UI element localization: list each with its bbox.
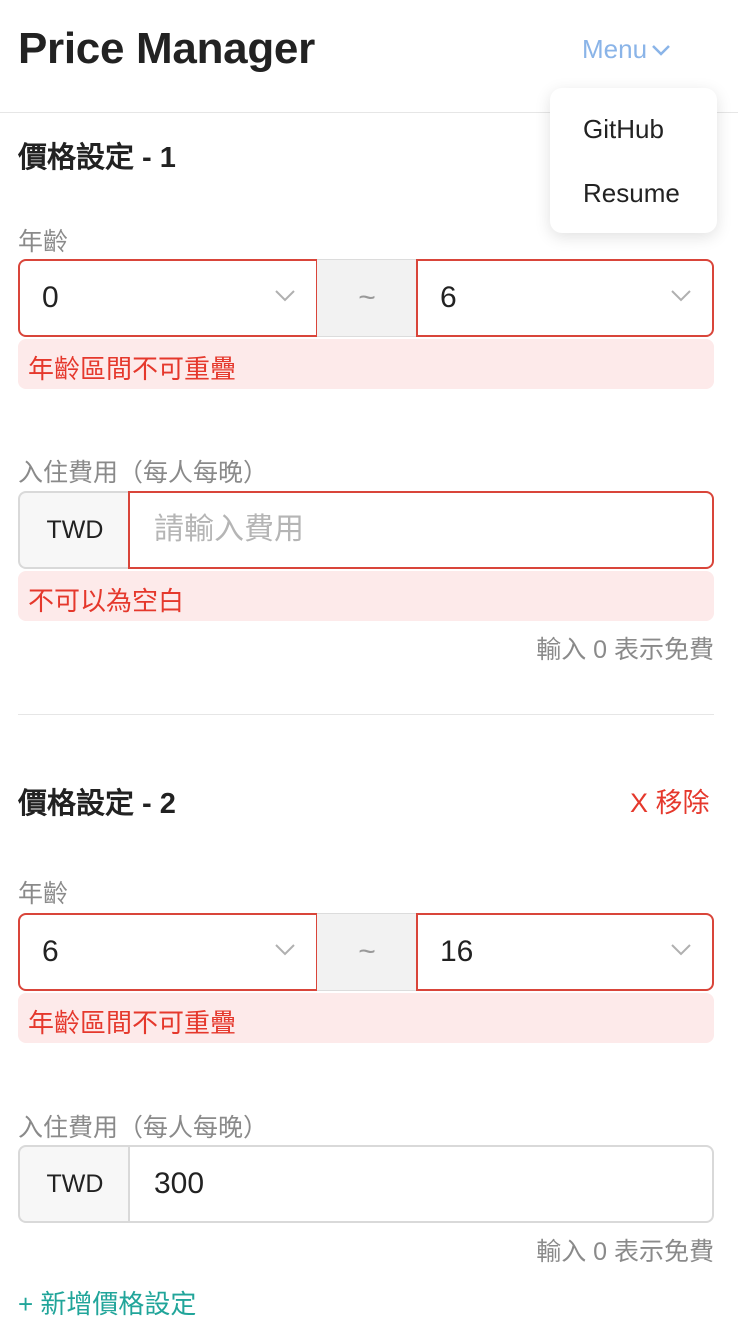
section-title: 價格設定 - 1: [18, 142, 176, 174]
fee-label: 入住費用（每人每晚）: [18, 459, 269, 487]
age-error-message: 年齡區間不可重疊: [18, 993, 714, 1043]
age-error-text: 年齡區間不可重疊: [28, 1008, 237, 1038]
section-title: 價格設定 - 2: [18, 788, 176, 820]
fee-label: 入住費用（每人每晚）: [18, 1114, 269, 1142]
price-manager-page: Price Manager Menu GitHub Resume 價格設定 - …: [0, 0, 738, 1330]
fee-error-text: 不可以為空白: [28, 586, 185, 616]
age-label: 年齡: [18, 880, 69, 908]
menu-item-resume[interactable]: Resume: [583, 178, 680, 209]
remove-button[interactable]: X 移除: [630, 781, 710, 820]
menu-toggle[interactable]: Menu: [582, 34, 671, 65]
chevron-down-icon: [275, 290, 295, 302]
currency-addon: TWD: [18, 1145, 130, 1223]
app-title: Price Manager: [18, 24, 315, 73]
currency-addon: TWD: [18, 491, 130, 569]
menu-item-github[interactable]: GitHub: [583, 114, 664, 145]
add-price-setting-button[interactable]: + 新增價格設定: [18, 1284, 196, 1321]
age-start-value: 6: [42, 935, 59, 968]
age-range-separator: ~: [317, 259, 417, 337]
age-start-value: 0: [42, 281, 59, 314]
fee-input[interactable]: [128, 1145, 714, 1223]
chevron-down-icon: [671, 944, 691, 956]
age-error-message: 年齡區間不可重疊: [18, 339, 714, 389]
age-end-value: 16: [440, 935, 474, 968]
chevron-down-icon: [671, 290, 691, 302]
menu-dropdown: GitHub Resume: [550, 88, 717, 233]
fee-error-message: 不可以為空白: [18, 571, 714, 621]
age-start-select[interactable]: 0: [18, 259, 318, 337]
fee-hint: 輸入 0 表示免費: [536, 1238, 714, 1266]
age-end-select[interactable]: 6: [416, 259, 714, 337]
age-error-text: 年齡區間不可重疊: [28, 354, 237, 384]
menu-toggle-label: Menu: [582, 34, 648, 64]
age-end-select[interactable]: 16: [416, 913, 714, 991]
age-range-separator: ~: [317, 913, 417, 991]
age-label: 年齡: [18, 228, 69, 256]
section-divider: [18, 714, 714, 715]
age-start-select[interactable]: 6: [18, 913, 318, 991]
fee-hint: 輸入 0 表示免費: [536, 636, 714, 664]
age-end-value: 6: [440, 281, 457, 314]
fee-input[interactable]: [128, 491, 714, 569]
chevron-down-icon: [275, 944, 295, 956]
chevron-down-icon: [652, 44, 670, 56]
